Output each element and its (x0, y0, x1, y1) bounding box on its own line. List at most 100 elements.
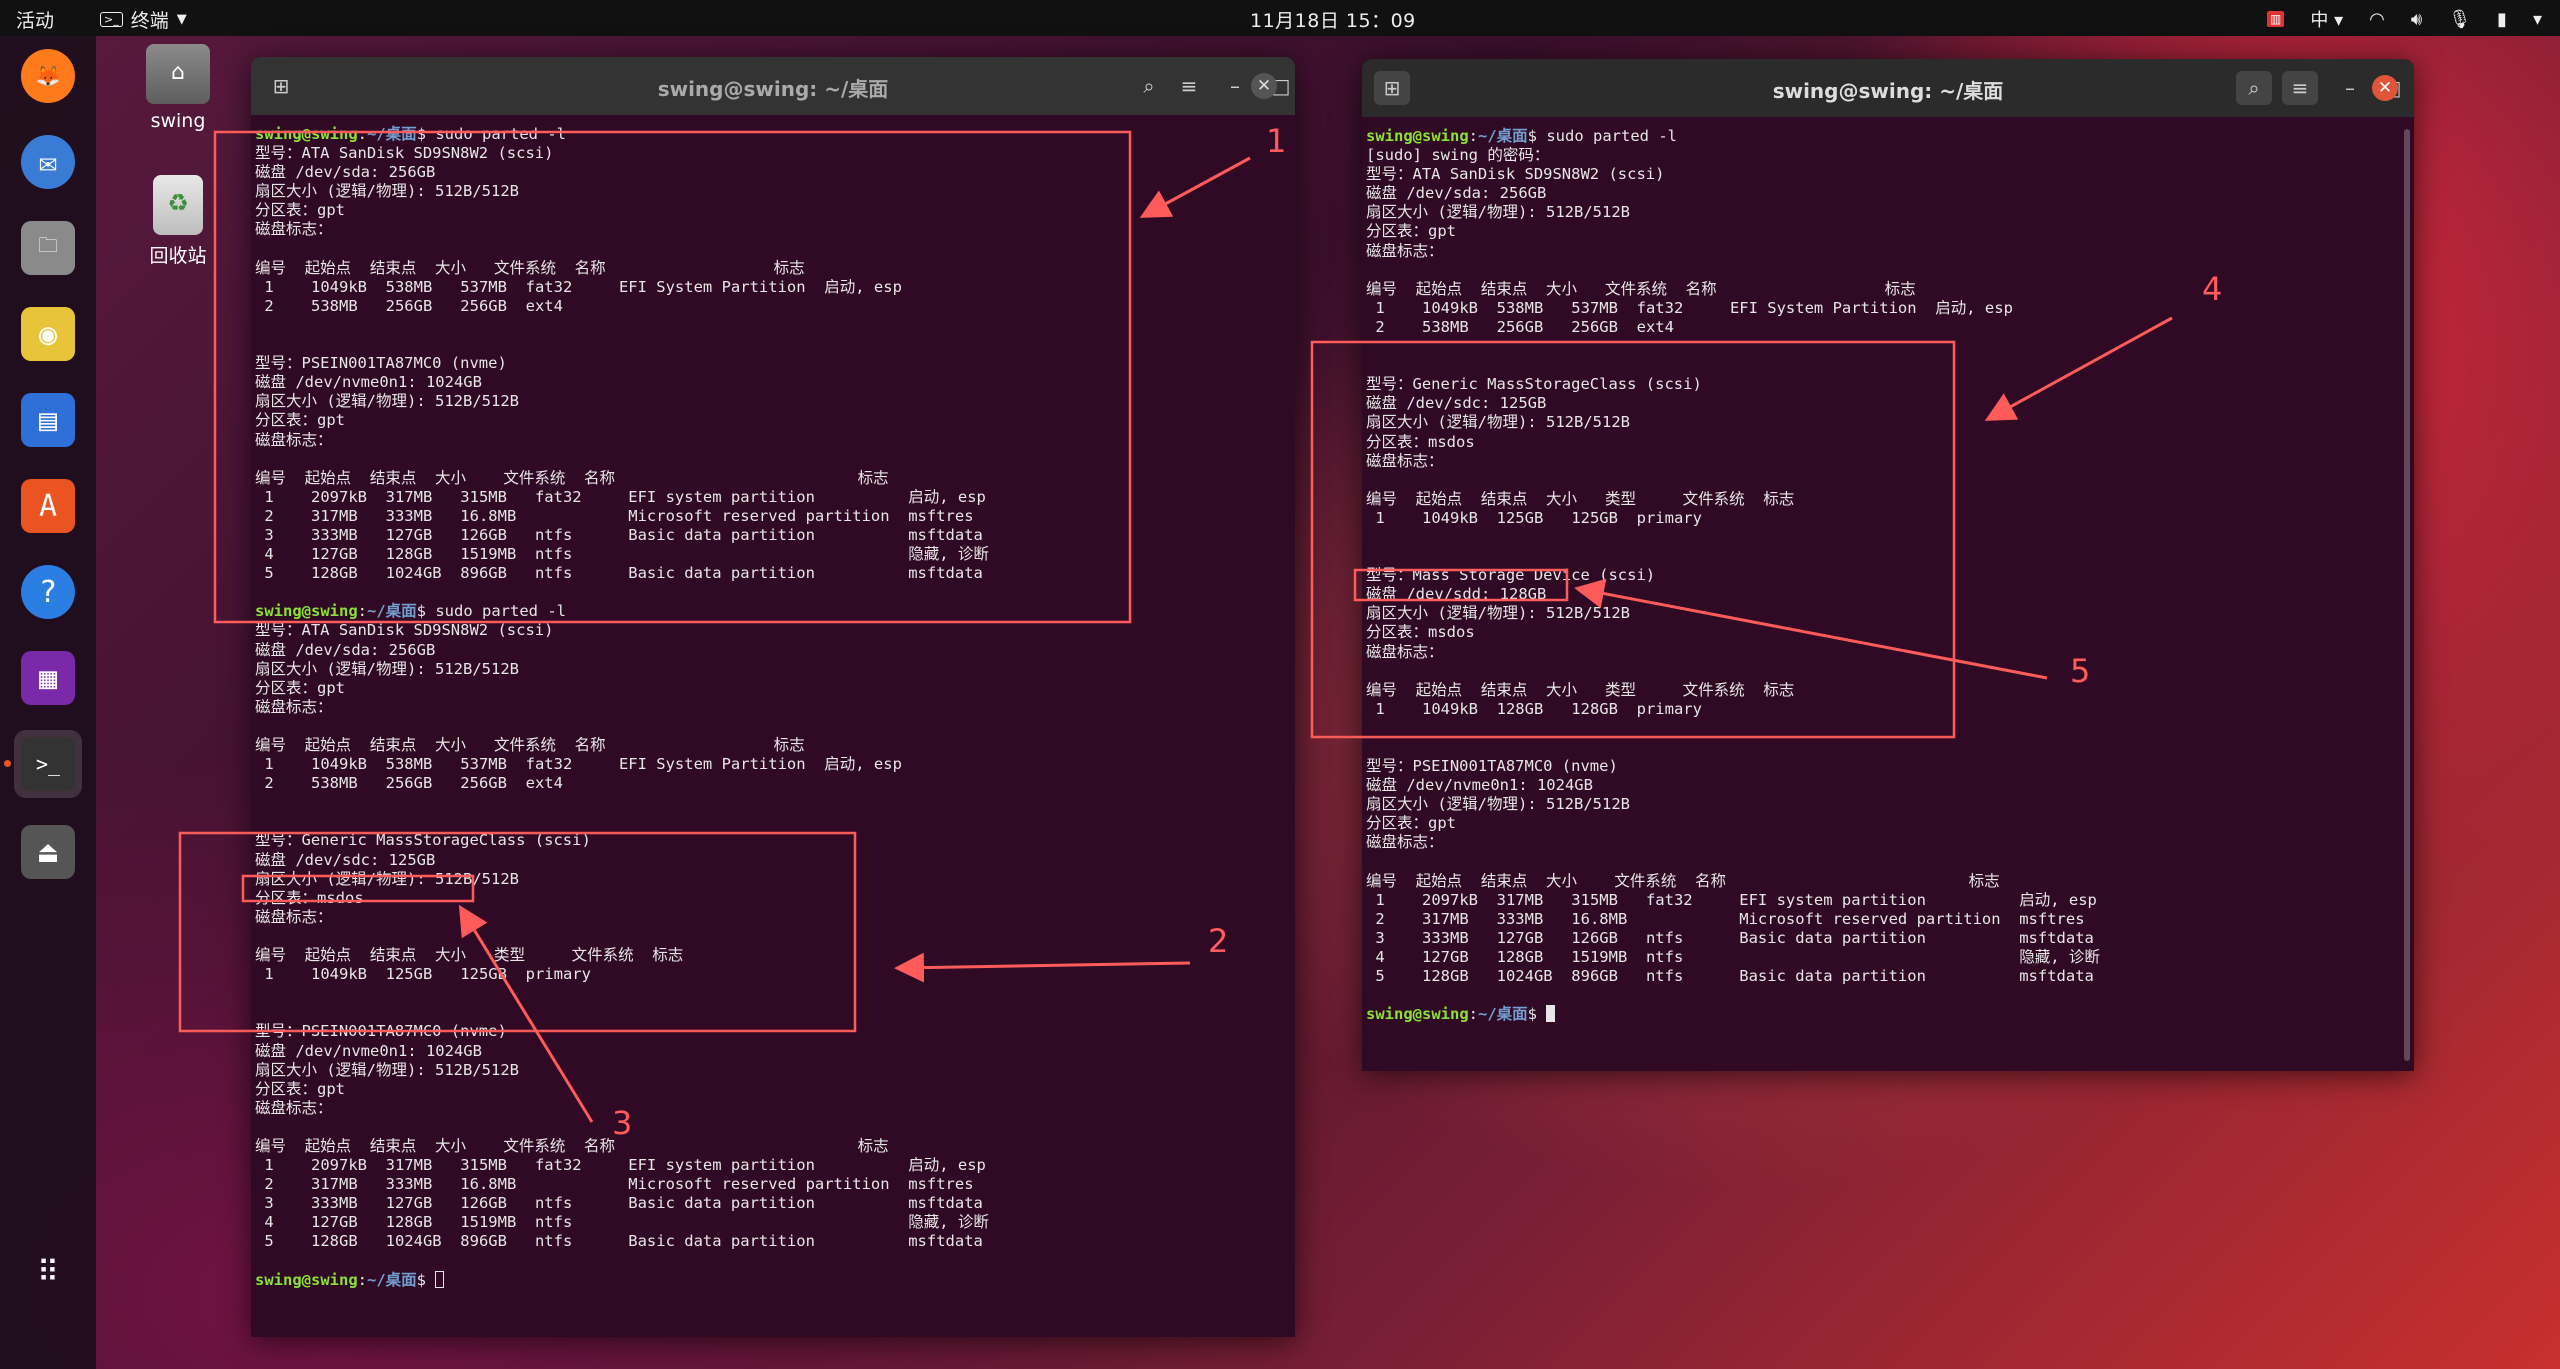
terminal-line: 分区表：gpt (255, 201, 1295, 220)
software-center-icon[interactable]: A (14, 472, 82, 540)
terminal-line: 磁盘标志： (255, 431, 1295, 450)
terminal-text: $ sudo parted -l (1527, 127, 1677, 145)
files-icon[interactable]: 🗀 (14, 214, 82, 282)
terminal-text: 磁盘标志： (255, 907, 333, 926)
activities-button[interactable]: 活动 (16, 6, 54, 33)
wifi-icon[interactable]: ◠ (2369, 9, 2385, 30)
terminal-text: 编号 起始点 结束点 大小 类型 文件系统 标志 (1366, 489, 1795, 508)
usb-drive-icon-glyph: ⏏ (21, 825, 75, 879)
terminal-text: ~/桌面 (367, 125, 417, 143)
terminal-line: 磁盘标志： (255, 908, 1295, 927)
terminal-text: 分区表：gpt (1366, 222, 1456, 241)
terminal-text: 5 128GB 1024GB 896GB ntfs Basic data par… (255, 1232, 983, 1251)
terminal-line: 型号：PSEIN001TA87MC0 (nvme) (255, 1022, 1295, 1041)
thunderbird-icon-glyph: ✉ (21, 135, 75, 189)
terminal-line: 编号 起始点 结束点 大小 文件系统 名称 标志 (255, 259, 1295, 278)
terminal-line: 1 2097kB 317MB 315MB fat32 EFI system pa… (255, 488, 1295, 507)
firefox-icon-glyph: 🦊 (21, 49, 75, 103)
clock[interactable]: 11月18日 15：09 (1250, 6, 1416, 33)
terminal-text: 4 127GB 128GB 1519MB ntfs 隐藏, 诊断 (1366, 948, 2100, 967)
terminal-text: 编号 起始点 结束点 大小 文件系统 名称 标志 (1366, 279, 1916, 298)
dock: 🦊 ✉ 🗀 ◉ ▤ A? ▦ >_ ⏏ ⠿ (0, 36, 96, 1369)
terminal-text: 分区表：gpt (255, 201, 345, 220)
terminal-output-right[interactable]: swing@swing:~/桌面$ sudo parted -l [sudo] s… (1362, 117, 2414, 1071)
terminal-text: 扇区大小 (逻辑/物理): 512B/512B (255, 869, 519, 888)
terminal-text: 分区表：msdos (1366, 432, 1475, 451)
home-folder-desktop-icon[interactable]: ⌂ swing (123, 44, 233, 132)
search-button[interactable]: ⌕ (1131, 69, 1167, 103)
terminal-header-right[interactable]: ⊞ swing@swing: ~/桌面 ⌕ ≡ – □ ✕ (1362, 59, 2414, 117)
hamburger-menu-button[interactable]: ≡ (1171, 69, 1207, 103)
input-method-indicator[interactable]: 中 ▾ (2310, 6, 2343, 32)
trash-desktop-icon[interactable]: ♻ 回收站 (123, 175, 233, 268)
terminal-line: 编号 起始点 结束点 大小 文件系统 名称 标志 (255, 469, 1295, 488)
terminal-text: : (357, 602, 367, 621)
terminal-icon[interactable]: >_ (14, 730, 82, 798)
firefox-icon[interactable]: 🦊 (14, 42, 82, 110)
video-icon[interactable]: ▦ (14, 644, 82, 712)
minimize-button[interactable]: – (2332, 71, 2368, 105)
terminal-text: swing@swing (255, 1270, 358, 1289)
terminal-text: 扇区大小 (逻辑/物理): 512B/512B (255, 392, 519, 411)
terminal-text: 2 317MB 333MB 16.8MB Microsoft reserved … (1366, 909, 2085, 928)
close-button[interactable]: ✕ (2372, 75, 2398, 101)
terminal-line: 型号：ATA SanDisk SD9SN8W2 (scsi) (255, 621, 1295, 640)
app-menu[interactable]: >_ 终端 ▼ (100, 6, 187, 33)
terminal-text: 5 128GB 1024GB 896GB ntfs Basic data par… (1366, 967, 2094, 986)
writer-icon[interactable]: ▤ (14, 386, 82, 454)
terminal-header-left[interactable]: ⊞ swing@swing: ~/桌面 ⌕ ≡ – □ ✕ (251, 57, 1295, 115)
minimize-button[interactable]: – (1217, 69, 1253, 103)
close-button[interactable]: ✕ (1251, 73, 1277, 99)
terminal-line: 型号：ATA SanDisk SD9SN8W2 (scsi) (1366, 165, 2414, 184)
battery-icon[interactable]: ▮ (2497, 9, 2507, 30)
app-indicator-icon[interactable]: ▥ (2267, 11, 2285, 27)
terminal-text: 磁盘 /dev/nvme0n1: 1024GB (255, 373, 482, 392)
terminal-line: 扇区大小 (逻辑/物理): 512B/512B (1366, 795, 2414, 814)
scrollbar[interactable] (2404, 129, 2410, 1061)
usb-drive-icon[interactable]: ⏏ (14, 818, 82, 886)
terminal-text: 1 2097kB 317MB 315MB fat32 EFI system pa… (255, 487, 986, 506)
system-tray[interactable]: ▥ 中 ▾ ◠ 🔊︎ 🎙︎ ▮ ▾ (2267, 6, 2542, 32)
terminal-line: 扇区大小 (逻辑/物理): 512B/512B (1366, 203, 2414, 222)
video-icon-glyph: ▦ (21, 651, 75, 705)
help-icon-glyph: ? (21, 565, 75, 619)
terminal-line: 5 128GB 1024GB 896GB ntfs Basic data par… (1366, 967, 2414, 986)
show-apps-icon-glyph: ⠿ (37, 1254, 59, 1290)
terminal-line: 分区表：gpt (255, 411, 1295, 430)
rhythmbox-icon[interactable]: ◉ (14, 300, 82, 368)
terminal-text: $ (416, 1270, 436, 1289)
terminal-line: 磁盘标志： (255, 1099, 1295, 1118)
terminal-line: 1 1049kB 538MB 537MB fat32 EFI System Pa… (255, 278, 1295, 297)
terminal-output-left[interactable]: swing@swing:~/桌面$ sudo parted -l 型号：ATA S… (251, 115, 1295, 1337)
terminal-text: ~/桌面 (367, 602, 417, 621)
help-icon[interactable]: ? (14, 558, 82, 626)
show-apps-icon[interactable]: ⠿ (14, 1238, 82, 1306)
terminal-text: : (1468, 1005, 1478, 1024)
terminal-text: 磁盘标志： (1366, 642, 1444, 661)
terminal-text: 1 2097kB 317MB 315MB fat32 EFI system pa… (1366, 890, 2097, 909)
terminal-text: swing@swing (255, 602, 358, 621)
hamburger-menu-button[interactable]: ≡ (2282, 71, 2318, 105)
terminal-window-left[interactable]: ⊞ swing@swing: ~/桌面 ⌕ ≡ – □ ✕ swing@swin… (251, 57, 1295, 1337)
terminal-line: 磁盘标志： (1366, 643, 2414, 662)
search-button[interactable]: ⌕ (2236, 71, 2272, 105)
microphone-icon[interactable]: 🎙︎ (2448, 9, 2471, 30)
system-menu-chevron-icon[interactable]: ▾ (2533, 9, 2542, 30)
volume-icon[interactable]: 🔊︎ (2411, 9, 2422, 30)
terminal-window-right[interactable]: ⊞ swing@swing: ~/桌面 ⌕ ≡ – □ ✕ swing@swin… (1362, 59, 2414, 1071)
terminal-text: 分区表：gpt (255, 411, 345, 430)
thunderbird-icon[interactable]: ✉ (14, 128, 82, 196)
terminal-text: : (357, 1270, 367, 1289)
terminal-line: 编号 起始点 结束点 大小 类型 文件系统 标志 (1366, 490, 2414, 509)
terminal-line: 型号：PSEIN001TA87MC0 (nvme) (255, 354, 1295, 373)
terminal-line: 磁盘标志： (255, 698, 1295, 717)
terminal-text: 2 317MB 333MB 16.8MB Microsoft reserved … (255, 1175, 974, 1194)
